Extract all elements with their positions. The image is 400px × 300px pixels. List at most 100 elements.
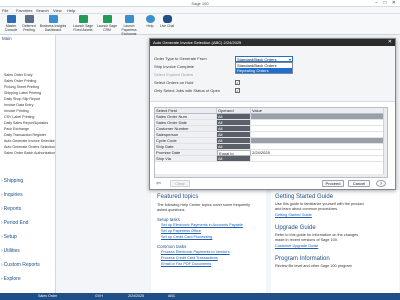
sidebar-section-custom-reports[interactable]: Custom Reports xyxy=(1,262,40,268)
grid-vertical-scrollbar[interactable] xyxy=(383,108,387,177)
sidebar-item[interactable]: CSV Label Printing xyxy=(4,115,34,119)
sidebar: Main Sales Order Entry Sales Order Print… xyxy=(0,35,56,293)
sidebar-section-utilities[interactable]: Utilities xyxy=(1,248,20,254)
grid-value-cell[interactable] xyxy=(251,156,385,162)
window-title: Sage 100 xyxy=(191,1,209,6)
toolbar: Master Console Deferred Printing Busines… xyxy=(0,14,400,36)
dashboard-icon xyxy=(48,15,58,23)
menu-file[interactable]: File xyxy=(2,8,8,13)
featured-topics-panel: Featured topics The following Help Cente… xyxy=(151,190,266,293)
crm-icon xyxy=(102,15,112,23)
status-module: Sales Order xyxy=(38,294,58,298)
upgrade-guide-title: Upgrade Guide xyxy=(275,225,316,231)
sidebar-item[interactable]: Auto Generate Orders Selection xyxy=(4,145,55,149)
guide-text-line: and learn about common procedures. xyxy=(275,207,339,211)
menu-favorites[interactable]: Favorites xyxy=(16,8,32,13)
clear-button[interactable]: Clear xyxy=(170,180,190,187)
order-type-dropdown: Standard/Back Orders Repeating Orders xyxy=(235,62,293,74)
sidebar-item[interactable]: Daily Shop Slip Report xyxy=(4,97,40,101)
status-open-label: Only Select Jobs with Status of Open xyxy=(154,88,221,93)
proceed-button[interactable]: Proceed xyxy=(322,180,344,187)
sidebar-item[interactable]: Pack Exchange xyxy=(4,127,29,131)
getting-started-link[interactable]: Getting Started Guide xyxy=(275,213,312,217)
order-type-option-selected[interactable]: Repeating Orders xyxy=(236,68,292,73)
auto-generate-invoice-dialog: Auto Generate Invoice Selection (ABC) 2/… xyxy=(149,38,396,190)
common-tasks-title: Common tasks xyxy=(157,244,187,249)
dialog-options: Order Type to Generate From Standard/Bac… xyxy=(150,46,395,102)
sidebar-item[interactable]: Sales Order Batch Authorization xyxy=(4,151,55,155)
deferred-printing-button[interactable]: Deferred Printing xyxy=(18,15,40,34)
sidebar-item[interactable]: Invoice Data Entry xyxy=(4,103,33,107)
launch-fixed-assets-button[interactable]: Launch Sage Fixed Assets xyxy=(70,15,96,34)
sidebar-section-reports[interactable]: Reports xyxy=(1,206,22,212)
menu-help[interactable]: Help xyxy=(67,8,75,13)
dialog-footer: ⇦ Clear Proceed Cancel ? xyxy=(150,179,395,189)
featured-text-line: asked questions. xyxy=(157,208,186,212)
sidebar-item[interactable]: Daily Sales Report/Updates xyxy=(4,121,48,125)
setup-tasks-title: Setup tasks xyxy=(157,217,180,222)
dialog-close-icon[interactable]: ✕ xyxy=(388,39,392,45)
launch-paperless-button[interactable]: Launch Paperless Exchange xyxy=(117,15,141,36)
select-on-hold-checkbox[interactable]: ✓ xyxy=(235,80,240,85)
sidebar-section-period-end[interactable]: Period End xyxy=(1,220,29,226)
menu-view[interactable]: View xyxy=(53,8,62,13)
upgrade-text-line: made in recent versions of Sage 100. xyxy=(275,238,338,242)
dialog-title: Auto Generate Invoice Selection (ABC) 2/… xyxy=(153,40,242,45)
status-user: GVH xyxy=(95,294,103,298)
order-type-label: Order Type to Generate From xyxy=(154,56,207,61)
status-company: ABC xyxy=(168,294,176,298)
program-info-title: Program Information xyxy=(275,256,330,262)
sidebar-item[interactable]: Sales Order Printing xyxy=(4,79,36,83)
menu-bar: File Favorites Search View Help xyxy=(0,7,400,14)
sidebar-item[interactable]: Picking Sheet Printing xyxy=(4,85,39,89)
program-info-text: Review file level and other Sage 100 pro… xyxy=(275,264,352,268)
sidebar-section-explore[interactable]: Explore xyxy=(1,276,21,282)
title-bar: Sage 100 − □ ✕ xyxy=(0,0,400,7)
featured-text-line: The following Help Center topics cover s… xyxy=(157,203,251,207)
common-link[interactable]: Process Credit Card Transactions xyxy=(161,256,218,260)
dialog-title-bar: Auto Generate Invoice Selection (ABC) 2/… xyxy=(150,39,395,46)
business-insights-button[interactable]: Business Insights Dashboard xyxy=(38,15,68,34)
status-open-checkbox[interactable]: ✓ xyxy=(235,88,240,93)
grid-horizontal-scrollbar[interactable] xyxy=(155,174,385,177)
featured-topics-title: Featured topics xyxy=(157,194,199,200)
sidebar-item[interactable]: Auto Generate Invoice Selection xyxy=(4,139,55,143)
common-link[interactable]: Email or Fax PDF Documents xyxy=(161,262,211,266)
setup-link[interactable]: Set up Credit Card Processing xyxy=(161,235,212,239)
grid-field-cell: Ship Via xyxy=(155,156,217,162)
printer-icon xyxy=(24,15,34,23)
launch-crm-button[interactable]: Launch Sage CRM xyxy=(96,15,118,34)
setup-link[interactable]: Set up Paperless Office xyxy=(161,229,201,233)
live-chat-button[interactable]: Live Chat xyxy=(157,15,177,34)
sidebar-item[interactable]: Invoice Printing xyxy=(4,109,29,113)
guide-text-line: Use this guide to familiarize yourself w… xyxy=(275,202,364,206)
guides-panel: Getting Started Guide Use this guide to … xyxy=(271,190,399,293)
console-icon xyxy=(6,15,16,23)
help-icon[interactable]: ? xyxy=(376,180,386,187)
sidebar-section-setup[interactable]: Setup xyxy=(1,234,17,240)
fixed-assets-icon xyxy=(78,15,88,23)
cancel-button[interactable]: Cancel xyxy=(348,180,370,187)
help-icon xyxy=(145,15,155,23)
status-date: 2/24/2025 xyxy=(128,294,144,298)
upgrade-guide-link[interactable]: Customer Upgrade Guide xyxy=(275,244,318,248)
getting-started-title: Getting Started Guide xyxy=(275,194,334,200)
back-arrow-icon[interactable]: ⇦ xyxy=(156,180,161,187)
sidebar-item[interactable]: Daily Transaction Register xyxy=(4,133,46,137)
sidebar-main-header[interactable]: Main xyxy=(2,36,12,41)
grid-operand-cell[interactable]: All xyxy=(217,156,251,162)
ship-complete-label: Ship Invoice Complete xyxy=(154,64,195,69)
selection-grid: Select Field Operand Value Sales Order N… xyxy=(154,107,388,178)
common-link[interactable]: Process Electronic Payments to Vendors xyxy=(161,250,230,254)
menu-search[interactable]: Search xyxy=(36,8,49,13)
sidebar-item[interactable]: Sales Order Entry xyxy=(4,73,33,77)
help-button[interactable]: Help xyxy=(143,15,157,34)
sidebar-section-shipping[interactable]: Shipping xyxy=(1,178,23,184)
sidebar-item[interactable]: Shipping Label Printing xyxy=(4,91,41,95)
window-controls[interactable]: − □ ✕ xyxy=(375,0,398,6)
chat-icon xyxy=(162,15,172,23)
upgrade-text-line: Refer to this guide for information on t… xyxy=(275,233,359,237)
setup-link[interactable]: Set up Electronic Payments in Accounts P… xyxy=(161,223,243,227)
sidebar-section-inquiries[interactable]: Inquiries xyxy=(1,192,23,198)
status-bar: Sales Order GVH 2/24/2025 ABC xyxy=(0,293,400,300)
